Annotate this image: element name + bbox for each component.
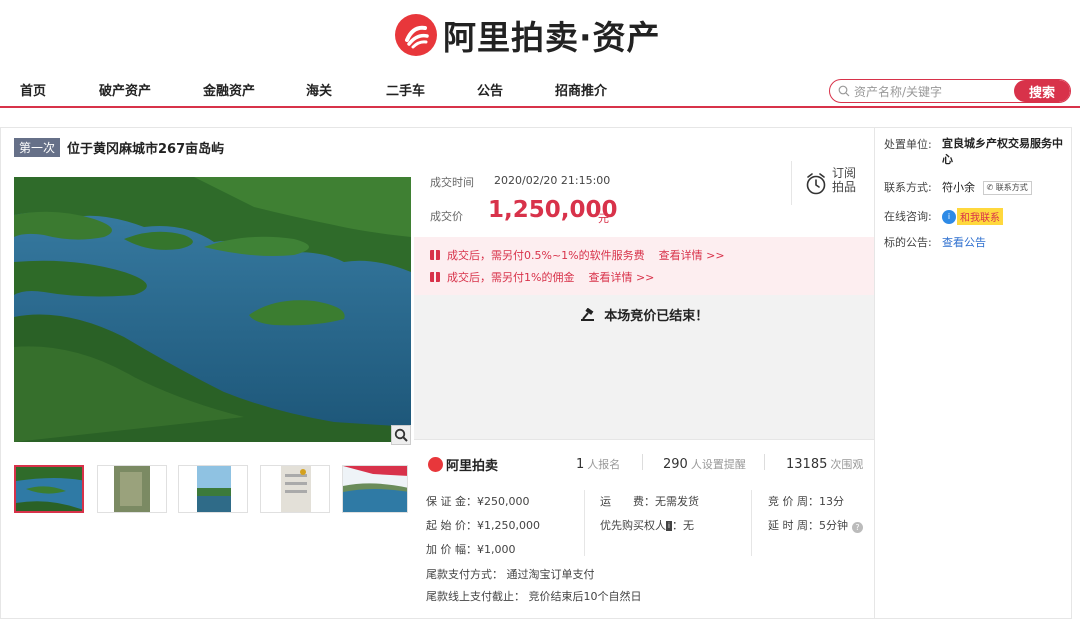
search-button[interactable]: 搜索 [1014,80,1070,102]
main-photo[interactable] [14,177,411,442]
gavel-icon [580,307,594,321]
subscribe-label: 订阅拍品 [832,166,857,194]
reminder-label: 人设置提醒 [690,458,746,471]
thumbnail-2[interactable] [97,465,167,513]
extend-period: 延 时 周：5分钟? [768,517,863,533]
start-price: 起 始 价：¥1,250,000 [426,519,540,532]
gift-icon [430,250,440,260]
shipping: 运 费：无需发货 [600,495,699,508]
search-icon [838,85,850,97]
gift-icon [430,272,440,282]
zoom-icon[interactable] [391,425,411,445]
auction-ended-box: 本场竞价已结束！ [414,295,874,439]
reminder-stat: 290 人设置提醒 [663,456,746,472]
help-icon[interactable]: ? [852,522,863,533]
nav-customs[interactable]: 海关 [306,80,332,99]
thumbnail-3[interactable] [178,465,248,513]
auction-info-panel: 阿里拍卖 1 人报名 290 人设置提醒 13185 次围观 保 证 金：¥250,0… [414,439,874,619]
notice-text: 成交后，需另付1%的佣金 [447,271,575,284]
thumbnail-4[interactable] [260,465,330,513]
logo-text: 阿里拍卖·资产 [443,18,661,57]
contact-info: 符小余 ✆ 联系方式 [942,179,1032,195]
fee-notices: 成交后，需另付0.5%~1%的软件服务费 查看详情 >> 成交后，需另付1%的佣… [414,237,874,295]
stat-divider [764,454,765,470]
priority-buyer: 优先购买权人 i ：无 [600,517,694,533]
final-payment-method: 尾款支付方式： 通过淘宝订单支付 [426,568,595,581]
thumbnail-1[interactable] [14,465,84,513]
nav-announcements[interactable]: 公告 [477,80,503,99]
view-stat: 13185 次围观 [786,456,863,472]
deal-time-value: 2020/02/20 21:15:00 [494,174,611,187]
auction-ended-message: 本场竞价已结束！ [414,305,874,324]
view-label: 次围观 [830,458,864,471]
reminder-count: 290 [663,457,688,472]
brand-text: 阿里拍卖 [446,459,499,474]
extend-period-text: 延 时 周：5分钟 [768,519,848,532]
seller-sidebar: 处置单位: 宜良城乡产权交易服务中心 联系方式: 符小余 ✆ 联系方式 在线咨询… [874,128,1072,618]
alarm-clock-icon [806,173,826,195]
column-divider [584,490,585,556]
deal-time-label: 成交时间 [430,176,474,189]
contact-button-label: 联系方式 [995,183,1028,192]
online-consult-label: 在线咨询: [884,210,932,223]
deal-price-label: 成交价 [430,210,463,223]
column-divider [751,490,752,556]
deposit: 保 证 金：¥250,000 [426,495,530,508]
alipay-auction-logo-icon [428,457,443,472]
deal-price-unit: 元 [598,212,609,225]
site-logo[interactable]: 阿里拍卖·资产 [395,12,661,58]
final-payment-deadline: 尾款线上支付截止： 竞价结束后10个自然日 [426,590,642,603]
subscribe-button[interactable]: 订阅拍品 [791,161,861,205]
notice-label: 标的公告: [884,236,932,249]
nav-investment-promotion[interactable]: 招商推介 [555,80,607,99]
nav-bankruptcy-assets[interactable]: 破产资产 [99,80,151,99]
item-title: 位于黄冈麻城市267亩岛屿 [67,142,225,157]
priority-value: ：无 [671,519,694,532]
notice-detail-link[interactable]: 查看详情 >> [588,269,654,285]
signup-count: 1 [576,457,585,472]
contact-name: 符小余 [942,181,975,194]
notice-commission: 成交后，需另付1%的佣金 查看详情 >> [430,269,654,285]
signup-label: 人报名 [587,458,621,471]
contact-label: 联系方式: [884,181,932,194]
stat-divider [642,454,643,470]
item-title-row: 第一次 位于黄冈麻城市267亩岛屿 [14,138,224,157]
price-panel: 成交时间 2020/02/20 21:15:00 成交价 1,250,000 元… [414,161,874,439]
disposal-unit-value: 宜良城乡产权交易服务中心 [942,137,1063,166]
notice-service-fee: 成交后，需另付0.5%~1%的软件服务费 查看详情 >> [430,247,725,263]
search-input[interactable] [854,83,1014,100]
auction-ended-text: 本场竞价已结束！ [604,309,709,324]
alipay-auction-logo-icon [395,14,437,56]
contact-button[interactable]: ✆ 联系方式 [982,181,1032,195]
brand-label: 阿里拍卖 [428,455,498,474]
nav-home[interactable]: 首页 [20,80,46,99]
view-count: 13185 [786,457,828,472]
online-consult-button[interactable]: i 和我联系 [942,208,1003,225]
signup-stat: 1 人报名 [576,456,620,472]
nav-financial-assets[interactable]: 金融资产 [203,80,255,99]
consult-button-label: 和我联系 [957,208,1003,225]
disposal-unit-label: 处置单位: [884,138,932,151]
view-notice-link[interactable]: 查看公告 [942,234,986,250]
round-tag: 第一次 [14,138,61,157]
main-nav: 首页 破产资产 金融资产 海关 二手车 公告 招商推介 搜索 [0,72,1080,108]
bid-increment: 加 价 幅：¥1,000 [426,543,516,556]
search-box: 搜索 [829,79,1071,103]
auction-detail: 第一次 位于黄冈麻城市267亩岛屿 成交时间 2020/02/20 21:15:… [0,127,1072,619]
notice-detail-link[interactable]: 查看详情 >> [659,247,725,263]
bid-period: 竞 价 周：13分 [768,495,844,508]
chat-icon: i [942,209,956,224]
nav-used-cars[interactable]: 二手车 [386,80,425,99]
thumbnail-5[interactable] [342,465,408,513]
priority-label: 优先购买权人 [600,519,666,532]
notice-text: 成交后，需另付0.5%~1%的软件服务费 [447,249,645,262]
